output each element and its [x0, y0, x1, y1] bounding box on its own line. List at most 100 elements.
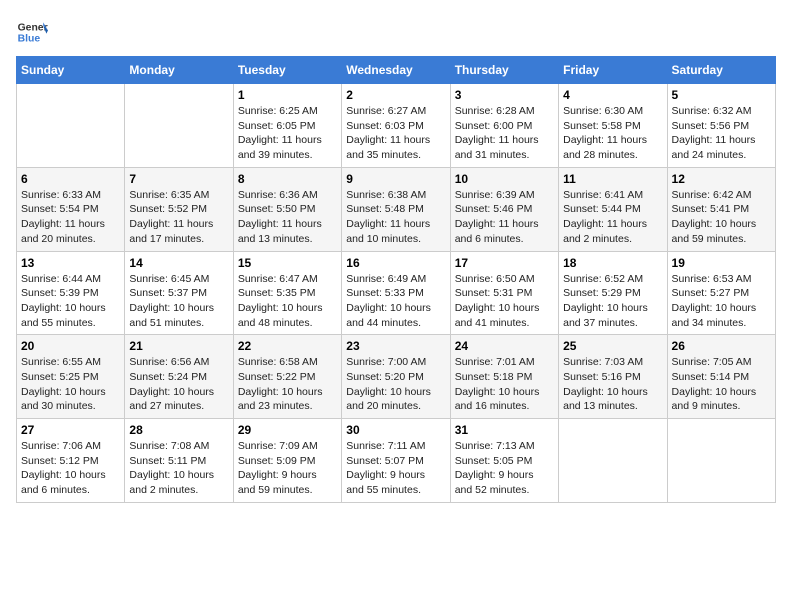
- day-number: 17: [455, 256, 554, 270]
- day-info: Sunrise: 7:05 AMSunset: 5:14 PMDaylight:…: [672, 355, 771, 414]
- calendar-cell: 21 Sunrise: 6:56 AMSunset: 5:24 PMDayligh…: [125, 335, 233, 419]
- calendar-week-row: 1 Sunrise: 6:25 AMSunset: 6:05 PMDaylight…: [17, 84, 776, 168]
- logo-icon: General Blue: [16, 16, 48, 48]
- calendar-cell: 13 Sunrise: 6:44 AMSunset: 5:39 PMDayligh…: [17, 251, 125, 335]
- day-number: 3: [455, 88, 554, 102]
- day-info: Sunrise: 6:27 AMSunset: 6:03 PMDaylight:…: [346, 104, 445, 163]
- day-number: 8: [238, 172, 337, 186]
- day-number: 15: [238, 256, 337, 270]
- day-info: Sunrise: 6:45 AMSunset: 5:37 PMDaylight:…: [129, 272, 228, 331]
- day-number: 13: [21, 256, 120, 270]
- day-info: Sunrise: 6:49 AMSunset: 5:33 PMDaylight:…: [346, 272, 445, 331]
- calendar-cell: 30Sunrise: 7:11 AMSunset: 5:07 PMDayligh…: [342, 419, 450, 503]
- day-info: Sunrise: 6:30 AMSunset: 5:58 PMDaylight:…: [563, 104, 662, 163]
- day-number: 26: [672, 339, 771, 353]
- calendar-cell: 14 Sunrise: 6:45 AMSunset: 5:37 PMDayligh…: [125, 251, 233, 335]
- calendar-cell: 16 Sunrise: 6:49 AMSunset: 5:33 PMDayligh…: [342, 251, 450, 335]
- calendar-cell: 10Sunrise: 6:39 AMSunset: 5:46 PMDayligh…: [450, 167, 558, 251]
- day-number: 29: [238, 423, 337, 437]
- calendar-cell: 1 Sunrise: 6:25 AMSunset: 6:05 PMDaylight…: [233, 84, 341, 168]
- calendar-week-row: 27Sunrise: 7:06 AMSunset: 5:12 PMDayligh…: [17, 419, 776, 503]
- day-number: 28: [129, 423, 228, 437]
- calendar-cell: 18 Sunrise: 6:52 AMSunset: 5:29 PMDayligh…: [559, 251, 667, 335]
- calendar-cell: 12Sunrise: 6:42 AMSunset: 5:41 PMDayligh…: [667, 167, 775, 251]
- calendar-cell: 7 Sunrise: 6:35 AMSunset: 5:52 PMDaylight…: [125, 167, 233, 251]
- calendar-cell: [125, 84, 233, 168]
- day-info: Sunrise: 7:13 AMSunset: 5:05 PMDaylight:…: [455, 439, 554, 498]
- day-number: 1: [238, 88, 337, 102]
- day-number: 5: [672, 88, 771, 102]
- calendar-cell: [667, 419, 775, 503]
- day-info: Sunrise: 6:55 AMSunset: 5:25 PMDaylight:…: [21, 355, 120, 414]
- day-info: Sunrise: 6:33 AMSunset: 5:54 PMDaylight:…: [21, 188, 120, 247]
- day-number: 23: [346, 339, 445, 353]
- day-info: Sunrise: 6:44 AMSunset: 5:39 PMDaylight:…: [21, 272, 120, 331]
- day-info: Sunrise: 6:38 AMSunset: 5:48 PMDaylight:…: [346, 188, 445, 247]
- calendar-cell: 23 Sunrise: 7:00 AMSunset: 5:20 PMDayligh…: [342, 335, 450, 419]
- day-number: 21: [129, 339, 228, 353]
- day-info: Sunrise: 7:03 AMSunset: 5:16 PMDaylight:…: [563, 355, 662, 414]
- calendar-cell: 4 Sunrise: 6:30 AMSunset: 5:58 PMDaylight…: [559, 84, 667, 168]
- day-number: 19: [672, 256, 771, 270]
- col-header-tuesday: Tuesday: [233, 57, 341, 84]
- day-info: Sunrise: 6:56 AMSunset: 5:24 PMDaylight:…: [129, 355, 228, 414]
- day-info: Sunrise: 6:32 AMSunset: 5:56 PMDaylight:…: [672, 104, 771, 163]
- calendar-cell: 20Sunrise: 6:55 AMSunset: 5:25 PMDayligh…: [17, 335, 125, 419]
- day-number: 6: [21, 172, 120, 186]
- col-header-saturday: Saturday: [667, 57, 775, 84]
- day-number: 11: [563, 172, 662, 186]
- calendar-cell: [559, 419, 667, 503]
- day-number: 9: [346, 172, 445, 186]
- day-info: Sunrise: 7:08 AMSunset: 5:11 PMDaylight:…: [129, 439, 228, 498]
- col-header-wednesday: Wednesday: [342, 57, 450, 84]
- calendar-cell: 29 Sunrise: 7:09 AMSunset: 5:09 PMDayligh…: [233, 419, 341, 503]
- calendar-cell: 22 Sunrise: 6:58 AMSunset: 5:22 PMDayligh…: [233, 335, 341, 419]
- day-number: 30: [346, 423, 445, 437]
- calendar-cell: 9 Sunrise: 6:38 AMSunset: 5:48 PMDaylight…: [342, 167, 450, 251]
- day-number: 2: [346, 88, 445, 102]
- svg-text:Blue: Blue: [18, 34, 41, 45]
- day-number: 16: [346, 256, 445, 270]
- day-info: Sunrise: 6:28 AMSunset: 6:00 PMDaylight:…: [455, 104, 554, 163]
- col-header-friday: Friday: [559, 57, 667, 84]
- day-info: Sunrise: 7:00 AMSunset: 5:20 PMDaylight:…: [346, 355, 445, 414]
- calendar-cell: 6 Sunrise: 6:33 AMSunset: 5:54 PMDaylight…: [17, 167, 125, 251]
- day-info: Sunrise: 6:53 AMSunset: 5:27 PMDaylight:…: [672, 272, 771, 331]
- day-info: Sunrise: 6:35 AMSunset: 5:52 PMDaylight:…: [129, 188, 228, 247]
- calendar-table: SundayMondayTuesdayWednesdayThursdayFrid…: [16, 56, 776, 503]
- logo: General Blue: [16, 16, 48, 48]
- calendar-cell: 5 Sunrise: 6:32 AMSunset: 5:56 PMDaylight…: [667, 84, 775, 168]
- day-info: Sunrise: 6:41 AMSunset: 5:44 PMDaylight:…: [563, 188, 662, 247]
- day-number: 24: [455, 339, 554, 353]
- day-info: Sunrise: 6:58 AMSunset: 5:22 PMDaylight:…: [238, 355, 337, 414]
- col-header-sunday: Sunday: [17, 57, 125, 84]
- calendar-header-row: SundayMondayTuesdayWednesdayThursdayFrid…: [17, 57, 776, 84]
- calendar-cell: 31 Sunrise: 7:13 AMSunset: 5:05 PMDayligh…: [450, 419, 558, 503]
- day-info: Sunrise: 6:36 AMSunset: 5:50 PMDaylight:…: [238, 188, 337, 247]
- calendar-week-row: 6 Sunrise: 6:33 AMSunset: 5:54 PMDaylight…: [17, 167, 776, 251]
- calendar-cell: [17, 84, 125, 168]
- calendar-cell: 8 Sunrise: 6:36 AMSunset: 5:50 PMDaylight…: [233, 167, 341, 251]
- day-number: 18: [563, 256, 662, 270]
- day-info: Sunrise: 7:09 AMSunset: 5:09 PMDaylight:…: [238, 439, 337, 498]
- day-info: Sunrise: 6:39 AMSunset: 5:46 PMDaylight:…: [455, 188, 554, 247]
- calendar-cell: 25 Sunrise: 7:03 AMSunset: 5:16 PMDayligh…: [559, 335, 667, 419]
- day-number: 14: [129, 256, 228, 270]
- calendar-cell: 2 Sunrise: 6:27 AMSunset: 6:03 PMDaylight…: [342, 84, 450, 168]
- day-info: Sunrise: 6:25 AMSunset: 6:05 PMDaylight:…: [238, 104, 337, 163]
- day-number: 22: [238, 339, 337, 353]
- calendar-week-row: 20Sunrise: 6:55 AMSunset: 5:25 PMDayligh…: [17, 335, 776, 419]
- day-number: 12: [672, 172, 771, 186]
- day-number: 31: [455, 423, 554, 437]
- day-number: 7: [129, 172, 228, 186]
- calendar-cell: 17Sunrise: 6:50 AMSunset: 5:31 PMDayligh…: [450, 251, 558, 335]
- calendar-cell: 24 Sunrise: 7:01 AMSunset: 5:18 PMDayligh…: [450, 335, 558, 419]
- calendar-cell: 28 Sunrise: 7:08 AMSunset: 5:11 PMDayligh…: [125, 419, 233, 503]
- day-info: Sunrise: 7:01 AMSunset: 5:18 PMDaylight:…: [455, 355, 554, 414]
- day-info: Sunrise: 6:52 AMSunset: 5:29 PMDaylight:…: [563, 272, 662, 331]
- day-number: 25: [563, 339, 662, 353]
- calendar-cell: 19 Sunrise: 6:53 AMSunset: 5:27 PMDayligh…: [667, 251, 775, 335]
- calendar-cell: 15Sunrise: 6:47 AMSunset: 5:35 PMDayligh…: [233, 251, 341, 335]
- day-number: 4: [563, 88, 662, 102]
- calendar-week-row: 13 Sunrise: 6:44 AMSunset: 5:39 PMDayligh…: [17, 251, 776, 335]
